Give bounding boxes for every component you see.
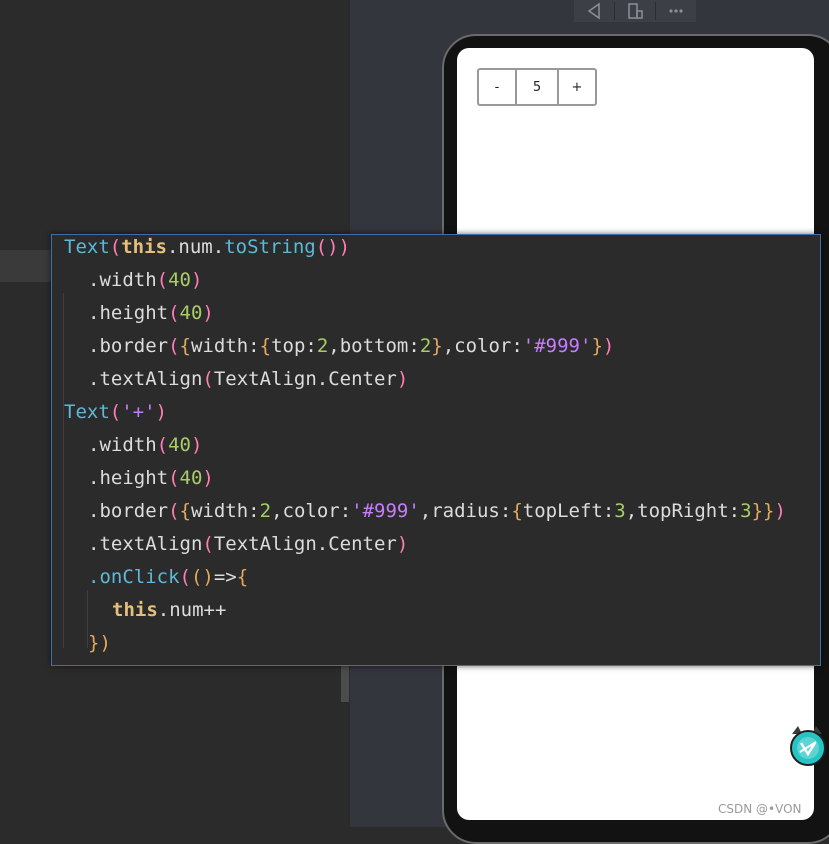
code-token: .width <box>88 434 157 456</box>
code-token: .height <box>88 467 169 489</box>
code-token: 2 <box>316 335 329 357</box>
more-dots-icon[interactable] <box>656 0 696 22</box>
code-line: .border({width:{top:2,bottom:2},color:'#… <box>88 334 614 367</box>
code-token: width: <box>190 335 260 357</box>
code-token: .num++ <box>157 599 227 621</box>
code-line: .width(40) <box>88 268 202 301</box>
previewer-toolbar <box>574 0 696 22</box>
code-token: }) <box>88 632 111 654</box>
code-token: topLeft: <box>522 500 615 522</box>
code-token: } <box>431 335 443 357</box>
code-token: .border <box>88 500 169 522</box>
code-token: ( <box>109 236 122 258</box>
code-token: { <box>511 500 523 522</box>
plus-button[interactable]: + <box>557 68 597 106</box>
code-token: 3 <box>614 500 626 522</box>
code-token: ( <box>168 335 180 357</box>
code-token: ) <box>602 335 615 357</box>
code-token: ) <box>190 434 203 456</box>
code-token: ,radius: <box>419 500 512 522</box>
code-token: .width <box>88 269 157 291</box>
code-line: .onClick(()=>{ <box>88 565 248 598</box>
code-token: => <box>213 566 237 588</box>
code-token: { <box>236 566 249 588</box>
code-token: .textAlign <box>88 533 203 555</box>
code-token: ( <box>168 302 180 324</box>
minus-button[interactable]: - <box>477 68 517 106</box>
code-token: ( <box>109 401 122 423</box>
code-token: ) <box>190 269 203 291</box>
editor-scrollbar-thumb[interactable] <box>341 664 349 702</box>
code-token: this <box>112 599 158 621</box>
code-token: ,topRight: <box>625 500 741 522</box>
code-token: ()) <box>315 236 351 258</box>
current-line-highlight <box>0 250 52 282</box>
code-token: ( <box>168 500 180 522</box>
code-token: { <box>179 335 191 357</box>
code-token: ) <box>396 368 409 390</box>
code-token: ) <box>774 500 786 522</box>
code-token: ( <box>179 566 191 588</box>
code-token: } <box>591 335 603 357</box>
code-token: ) <box>202 302 214 324</box>
code-line: Text(this.num.toString()) <box>64 235 350 268</box>
code-token: }} <box>751 500 775 522</box>
code-token: 40 <box>179 302 203 324</box>
code-token: () <box>190 566 214 588</box>
indent-guide <box>87 590 88 648</box>
code-token: ( <box>156 269 169 291</box>
code-line: this.num++ <box>112 598 226 631</box>
code-token: ,bottom: <box>328 335 420 357</box>
indent-guide <box>63 293 64 648</box>
code-token: ) <box>155 401 167 423</box>
code-token: .num. <box>166 236 225 258</box>
code-line: .border({width:2,color:'#999',radius:{to… <box>88 499 786 532</box>
code-line: }) <box>88 631 111 664</box>
code-token: .textAlign <box>88 368 203 390</box>
code-token: 40 <box>168 269 191 291</box>
code-token: Text <box>64 401 110 423</box>
code-token: .border <box>88 335 169 357</box>
device-layout-icon[interactable] <box>615 0 655 22</box>
code-token: 2 <box>259 500 272 522</box>
code-token: '+' <box>121 401 156 423</box>
code-token: toString <box>224 236 316 258</box>
counter-row: - 5 + <box>477 68 597 106</box>
code-token: { <box>179 500 191 522</box>
cat-mascot-icon[interactable] <box>786 724 828 768</box>
code-line: .width(40) <box>88 433 202 466</box>
code-token: '#999' <box>522 335 592 357</box>
code-line: .textAlign(TextAlign.Center) <box>88 367 408 400</box>
code-token: '#999' <box>351 500 420 522</box>
code-token: ( <box>168 467 180 489</box>
code-line: .textAlign(TextAlign.Center) <box>88 532 408 565</box>
code-token: ( <box>156 434 169 456</box>
code-token: this <box>121 236 167 258</box>
code-token: width: <box>190 500 260 522</box>
count-display: 5 <box>517 68 557 106</box>
code-token: TextAlign.Center <box>213 533 397 555</box>
code-token: ,color: <box>442 335 523 357</box>
back-triangle-icon[interactable] <box>574 0 614 22</box>
code-token: ) <box>396 533 409 555</box>
code-token: top: <box>271 335 317 357</box>
code-token: .height <box>88 302 169 324</box>
code-token: 2 <box>419 335 432 357</box>
watermark-text: CSDN @•VON <box>718 802 802 816</box>
code-token: 3 <box>740 500 752 522</box>
code-snippet-popup: Text(this.num.toString()) .width(40) .heig… <box>51 234 821 666</box>
code-token: 40 <box>179 467 203 489</box>
code-token: Text <box>64 236 110 258</box>
code-token: ( <box>202 368 214 390</box>
code-token: ) <box>202 467 214 489</box>
code-line: Text('+') <box>64 400 167 433</box>
code-token: ( <box>202 533 214 555</box>
code-token: .onClick <box>88 566 180 588</box>
code-line: .height(40) <box>88 466 214 499</box>
code-token: ,color: <box>271 500 352 522</box>
code-token: TextAlign.Center <box>213 368 397 390</box>
code-line: .height(40) <box>88 301 214 334</box>
code-token: { <box>259 335 272 357</box>
code-token: 40 <box>168 434 191 456</box>
